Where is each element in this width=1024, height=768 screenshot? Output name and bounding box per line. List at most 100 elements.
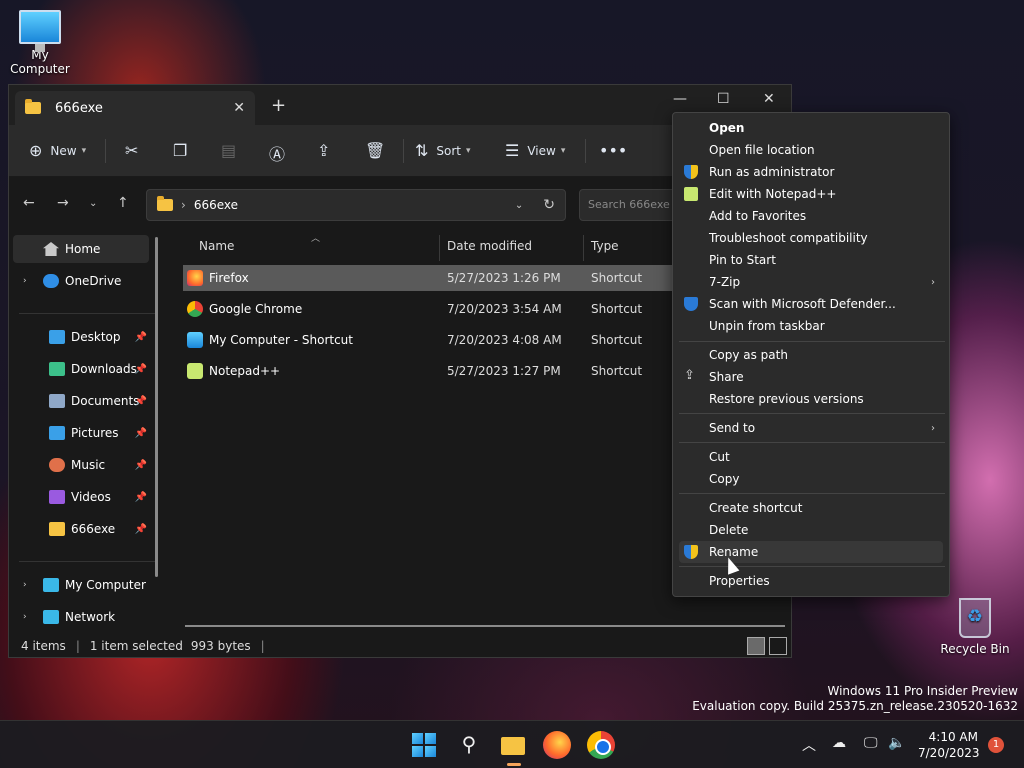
- firefox-icon[interactable]: [543, 731, 571, 759]
- column-divider[interactable]: [583, 235, 584, 261]
- sidebar-item-videos[interactable]: Videos 📌: [13, 483, 149, 511]
- sidebar-item-onedrive[interactable]: › OneDrive: [13, 267, 149, 295]
- menu-item-7zip[interactable]: 7-Zip ›: [679, 271, 943, 293]
- copy-icon: ❐: [173, 141, 188, 160]
- desktop-icon-my-computer[interactable]: My Computer: [0, 10, 80, 76]
- file-explorer-taskbar-button[interactable]: [499, 731, 527, 766]
- minimize-button[interactable]: —: [673, 91, 687, 107]
- pin-icon[interactable]: 📌: [135, 492, 147, 503]
- pin-icon[interactable]: 📌: [135, 364, 147, 375]
- back-arrow-icon[interactable]: ←: [23, 195, 35, 211]
- search-icon[interactable]: ⚲: [455, 731, 483, 759]
- menu-item-share[interactable]: ⇪ Share: [679, 366, 943, 388]
- menu-item-run-as-admin[interactable]: Run as administrator: [679, 161, 943, 183]
- chrome-icon[interactable]: [587, 731, 615, 759]
- sidebar-item-pictures[interactable]: Pictures 📌: [13, 419, 149, 447]
- menu-item-copy-path[interactable]: Copy as path: [679, 344, 943, 366]
- sidebar-item-666exe[interactable]: 666exe 📌: [13, 515, 149, 543]
- address-bar[interactable]: › 666exe ⌄ ↻: [146, 189, 566, 221]
- column-divider[interactable]: [439, 235, 440, 261]
- column-header-date[interactable]: Date modified: [447, 239, 532, 253]
- up-arrow-icon[interactable]: ↑: [117, 195, 129, 211]
- menu-item-open-file-location[interactable]: Open file location: [679, 139, 943, 161]
- menu-item-scan-defender[interactable]: Scan with Microsoft Defender...: [679, 293, 943, 315]
- recent-chevron-icon[interactable]: ⌄: [89, 198, 97, 209]
- sidebar-item-label: Pictures: [71, 426, 119, 440]
- menu-item-troubleshoot[interactable]: Troubleshoot compatibility: [679, 227, 943, 249]
- chevron-right-icon[interactable]: ›: [23, 580, 27, 590]
- menu-item-properties[interactable]: Properties: [679, 570, 943, 592]
- close-button[interactable]: ✕: [763, 91, 775, 107]
- view-button[interactable]: ☰ View ▾: [505, 141, 565, 160]
- menu-separator: [679, 413, 945, 414]
- pin-icon[interactable]: 📌: [135, 524, 147, 535]
- column-header-type[interactable]: Type: [591, 239, 619, 253]
- forward-arrow-icon[interactable]: →: [57, 195, 69, 211]
- sort-button[interactable]: ⇅ Sort ▾: [415, 141, 471, 160]
- start-button[interactable]: [410, 731, 438, 759]
- tiles-view-icon[interactable]: [769, 637, 787, 655]
- chevron-down-icon[interactable]: ⌄: [515, 200, 523, 211]
- sidebar-item-documents[interactable]: Documents 📌: [13, 387, 149, 415]
- menu-item-edit-notepad[interactable]: Edit with Notepad++: [679, 183, 943, 205]
- menu-item-rename[interactable]: Rename: [679, 541, 943, 563]
- pin-icon[interactable]: 📌: [135, 460, 147, 471]
- column-header-name[interactable]: Name: [199, 239, 234, 253]
- menu-item-open[interactable]: Open: [679, 117, 943, 139]
- status-divider: |: [260, 639, 265, 653]
- video-icon: [49, 490, 65, 504]
- sidebar-item-downloads[interactable]: Downloads 📌: [13, 355, 149, 383]
- new-tab-button[interactable]: +: [271, 95, 286, 116]
- copy-button[interactable]: ❐: [173, 141, 187, 160]
- menu-item-send-to[interactable]: Send to ›: [679, 417, 943, 439]
- chevron-up-icon[interactable]: ︿: [802, 735, 816, 755]
- delete-button[interactable]: 🗑: [365, 141, 385, 160]
- notification-badge[interactable]: 1: [988, 737, 1004, 753]
- menu-item-create-shortcut[interactable]: Create shortcut: [679, 497, 943, 519]
- menu-item-label: Copy as path: [709, 348, 788, 362]
- sidebar-item-music[interactable]: Music 📌: [13, 451, 149, 479]
- menu-item-unpin-taskbar[interactable]: Unpin from taskbar: [679, 315, 943, 337]
- windows-logo-icon: [425, 733, 436, 744]
- toolbar-divider: [403, 139, 404, 163]
- tab-close-icon[interactable]: ✕: [233, 100, 245, 116]
- refresh-icon[interactable]: ↻: [543, 197, 555, 213]
- pin-icon[interactable]: 📌: [135, 332, 147, 343]
- cut-button[interactable]: ✂: [125, 141, 138, 160]
- paste-button[interactable]: ▤: [221, 141, 236, 160]
- pin-icon[interactable]: 📌: [135, 396, 147, 407]
- menu-item-add-favorites[interactable]: Add to Favorites: [679, 205, 943, 227]
- more-options-button[interactable]: •••: [599, 141, 627, 160]
- share-icon: ⇪: [317, 141, 331, 160]
- sidebar-item-label: My Computer: [65, 578, 146, 592]
- sidebar-item-network[interactable]: › Network: [13, 603, 149, 631]
- menu-item-cut[interactable]: Cut: [679, 446, 943, 468]
- scissors-icon: ✂: [125, 141, 139, 160]
- chevron-right-icon[interactable]: ›: [23, 276, 27, 286]
- menu-item-pin-start[interactable]: Pin to Start: [679, 249, 943, 271]
- chevron-right-icon[interactable]: ›: [23, 612, 27, 622]
- menu-item-restore-versions[interactable]: Restore previous versions: [679, 388, 943, 410]
- menu-item-label: Create shortcut: [709, 501, 803, 515]
- tab-666exe[interactable]: 666exe ✕: [15, 91, 255, 125]
- maximize-button[interactable]: ☐: [717, 91, 730, 107]
- menu-item-delete[interactable]: Delete: [679, 519, 943, 541]
- breadcrumb-path[interactable]: 666exe: [194, 198, 238, 212]
- display-icon[interactable]: 🖵: [864, 735, 878, 751]
- sidebar-item-my-computer[interactable]: › My Computer: [13, 571, 149, 599]
- details-view-icon[interactable]: [747, 637, 765, 655]
- sidebar-item-desktop[interactable]: Desktop 📌: [13, 323, 149, 351]
- nav-scrollbar[interactable]: [155, 237, 158, 577]
- desktop-icon-recycle-bin[interactable]: ♻ Recycle Bin: [935, 598, 1015, 656]
- menu-item-copy[interactable]: Copy: [679, 468, 943, 490]
- new-button[interactable]: ⊕ New ▾: [29, 141, 86, 160]
- sidebar-item-home[interactable]: Home: [13, 235, 149, 263]
- horizontal-scrollbar[interactable]: [185, 625, 785, 627]
- network-offline-icon[interactable]: ☁: [832, 735, 846, 751]
- share-button[interactable]: ⇪: [317, 141, 330, 160]
- clock[interactable]: 4:10 AM 7/20/2023: [918, 729, 980, 761]
- rename-button[interactable]: Ⓐ: [269, 141, 285, 165]
- pin-icon[interactable]: 📌: [135, 428, 147, 439]
- volume-icon[interactable]: 🔈: [888, 735, 905, 751]
- chrome-icon: [187, 301, 203, 317]
